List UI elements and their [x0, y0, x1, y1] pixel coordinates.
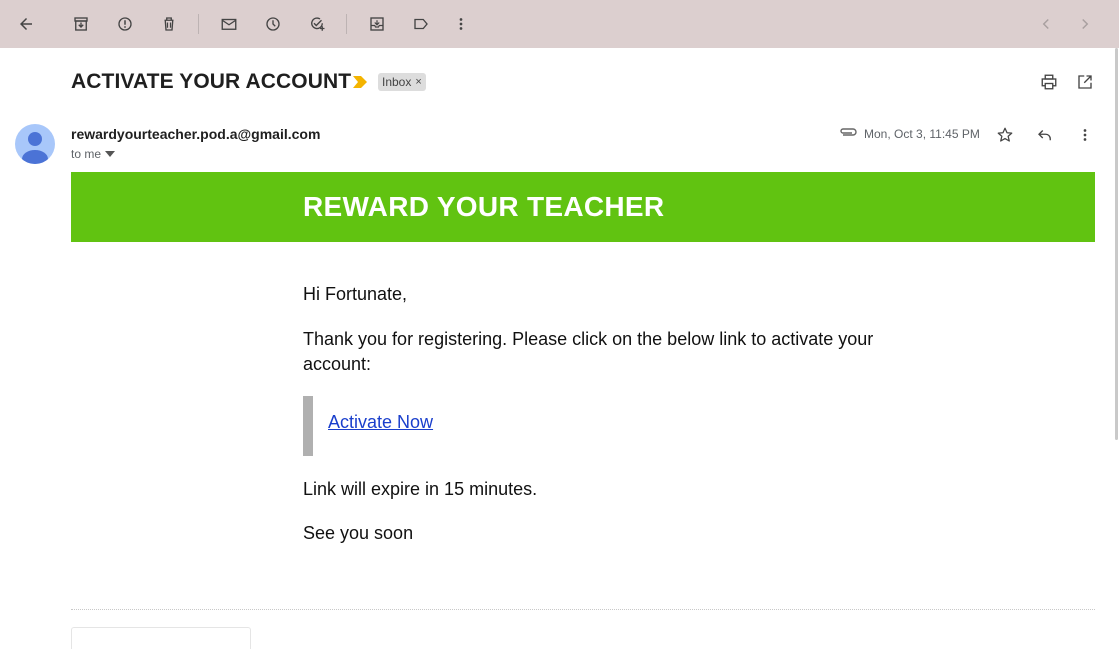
remove-label-button[interactable]: ×: [415, 76, 421, 88]
move-to-icon[interactable]: [363, 10, 391, 38]
next-chevron-icon[interactable]: [1071, 10, 1099, 38]
banner-title: REWARD YOUR TEACHER: [303, 191, 665, 222]
open-new-window-icon[interactable]: [1073, 70, 1097, 94]
prev-chevron-icon[interactable]: [1032, 10, 1060, 38]
reply-icon[interactable]: [1033, 123, 1057, 147]
print-icon[interactable]: [1037, 70, 1061, 94]
signoff-text: See you soon: [303, 523, 414, 543]
toolbar-divider: [198, 14, 199, 34]
recipient-details-toggle[interactable]: to me: [71, 147, 116, 161]
importance-marker-icon[interactable]: [353, 76, 367, 88]
label-chip-text: Inbox: [382, 75, 412, 89]
report-spam-icon[interactable]: [111, 10, 139, 38]
activate-now-link[interactable]: Activate Now: [328, 412, 433, 433]
label-chip-inbox: Inbox ×: [378, 73, 426, 91]
add-task-icon[interactable]: [303, 10, 331, 38]
message-text: Thank you for registering. Please click …: [303, 329, 874, 374]
more-vert-icon[interactable]: [447, 10, 475, 38]
email-view: ACTIVATE YOUR ACCOUNT Inbox × rewardyour…: [0, 48, 1119, 649]
toolbar-divider: [346, 14, 347, 34]
link-quote-bar: [303, 396, 313, 456]
message-divider: [71, 609, 1095, 610]
email-subject: ACTIVATE YOUR ACCOUNT: [71, 70, 352, 93]
scrollbar[interactable]: [1115, 48, 1118, 440]
attachment-card[interactable]: [71, 627, 251, 649]
more-options-icon[interactable]: [1073, 123, 1097, 147]
snooze-icon[interactable]: [259, 10, 287, 38]
sender-address[interactable]: rewardyourteacher.pod.a@gmail.com: [71, 126, 320, 142]
expiry-text: Link will expire in 15 minutes.: [303, 479, 538, 499]
mark-unread-icon[interactable]: [215, 10, 243, 38]
greeting-text: Hi Fortunate,: [303, 284, 408, 304]
recipient-label: to me: [71, 147, 102, 161]
star-icon[interactable]: [993, 123, 1017, 147]
email-date: Mon, Oct 3, 11:45 PM: [864, 127, 980, 141]
email-banner: REWARD YOUR TEACHER: [71, 172, 1095, 242]
caret-down-icon: [105, 151, 116, 157]
attachment-icon: [840, 128, 857, 136]
label-icon[interactable]: [407, 10, 435, 38]
delete-icon[interactable]: [155, 10, 183, 38]
toolbar: [0, 0, 1119, 48]
back-arrow-icon[interactable]: [12, 10, 40, 38]
avatar[interactable]: [15, 124, 55, 164]
archive-icon[interactable]: [67, 10, 95, 38]
